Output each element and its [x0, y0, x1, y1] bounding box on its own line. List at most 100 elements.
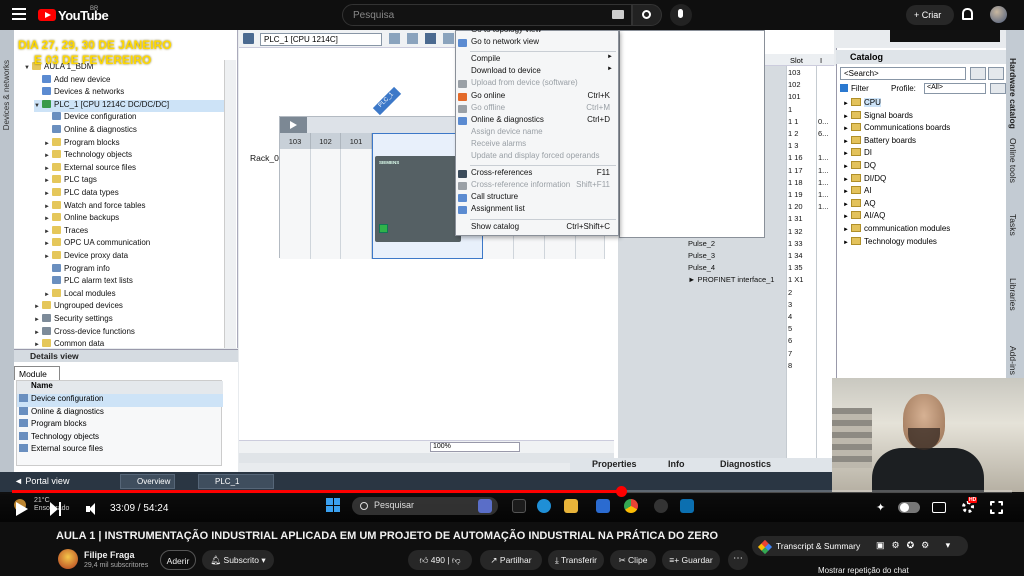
overview-row[interactable]: Pulse_2 1 33 [618, 239, 834, 251]
tree-expand-icon[interactable]: ► [34, 342, 42, 348]
catalog-expand-icon[interactable]: ► [843, 114, 851, 120]
side-task-tab[interactable]: Online tools [1008, 138, 1018, 183]
sparkle-icon[interactable]: ✦ [876, 502, 885, 514]
transcript-summary-bar[interactable]: Transcript & Summary ▣⚙✪⚙ ▾ [752, 536, 968, 556]
join-button[interactable]: Aderir [160, 550, 196, 570]
portal-view-button[interactable]: ◄ Portal view [14, 476, 69, 486]
tree-item[interactable]: PLC alarm text lists [44, 276, 224, 289]
catalog-expand-icon[interactable]: ► [843, 227, 851, 233]
side-task-tab[interactable]: Libraries [1008, 278, 1018, 311]
module-row[interactable]: External source files [17, 444, 223, 457]
tree-expand-icon[interactable]: ► [44, 229, 52, 235]
side-task-tab[interactable]: Add-ins [1008, 346, 1018, 375]
tree-item[interactable]: Device configuration [44, 112, 224, 125]
catalog-folder[interactable]: ► AQ [843, 198, 1003, 212]
voice-search-button[interactable] [670, 4, 692, 26]
tree-item[interactable]: ► Online backups [44, 213, 224, 226]
module-col-name[interactable]: Name [17, 381, 223, 394]
tree-item[interactable]: Devices & networks [34, 87, 224, 100]
catalog-folder[interactable]: ► DI [843, 148, 1003, 161]
account-avatar[interactable] [990, 6, 1007, 23]
tree-item[interactable]: ► Technology objects [44, 150, 224, 163]
catalog-folder[interactable]: ► CPU [843, 98, 1003, 111]
save-button[interactable]: ≡+ Guardar [662, 550, 720, 570]
overview-row[interactable]: 8 [618, 361, 834, 373]
tree-item[interactable]: ► PLC tags [44, 175, 224, 188]
zoom-select[interactable]: 100% [430, 442, 520, 452]
overview-row[interactable]: 2 [618, 288, 834, 300]
youtube-logo-text[interactable]: YouTube [58, 8, 109, 23]
catalog-folder[interactable]: ► Technology modules [843, 236, 1003, 250]
project-tree-scrollbar[interactable] [224, 60, 236, 348]
tree-expand-icon[interactable]: ► [44, 191, 52, 197]
catalog-profile-edit-icon[interactable] [990, 83, 1006, 94]
tree-item[interactable]: ► External source files [44, 162, 224, 176]
tree-item[interactable]: ► Local modules [44, 288, 224, 302]
create-button[interactable]: + Criar [906, 5, 954, 25]
tree-expand-icon[interactable]: ► [44, 204, 52, 210]
overview-row[interactable]: 5 [618, 324, 834, 336]
catalog-folder[interactable]: ► communication modules [843, 224, 1003, 237]
clip-button[interactable]: ✂ Clipe [610, 550, 656, 570]
catalog-filter-checkbox[interactable]: Filter [840, 84, 869, 93]
tree-item[interactable]: ▼ PLC_1 [CPU 1214C DC/DC/DC] [34, 99, 224, 113]
portal-tab-overview[interactable]: Overview [120, 474, 176, 489]
toolbar-icon[interactable] [407, 33, 418, 44]
catalog-folder[interactable]: ► AI [843, 186, 1003, 199]
catalog-folder[interactable]: ► AI/AQ [843, 211, 1003, 224]
catalog-expand-icon[interactable]: ► [843, 214, 851, 220]
tree-item[interactable]: ► Ungrouped devices [34, 301, 224, 314]
device-tool-icon[interactable] [243, 33, 254, 44]
search-input[interactable]: Pesquisa [342, 4, 632, 26]
tab-properties[interactable]: Properties [592, 459, 637, 469]
tree-item[interactable]: ► Device proxy data [44, 251, 224, 264]
tree-expand-icon[interactable]: ► [34, 317, 42, 323]
catalog-expand-icon[interactable]: ► [843, 202, 851, 208]
tree-item[interactable]: ► Watch and force tables [44, 200, 224, 214]
slot-101[interactable] [341, 149, 372, 259]
tree-item[interactable]: ► OPC UA communication [44, 238, 224, 251]
tree-expand-icon[interactable]: ► [34, 304, 42, 310]
tree-item[interactable]: ► Program blocks [44, 137, 224, 151]
autoplay-toggle[interactable] [898, 502, 920, 513]
device-select[interactable]: PLC_1 [CPU 1214C] [260, 33, 382, 46]
catalog-expand-icon[interactable]: ► [843, 126, 851, 132]
plc-cpu-image[interactable]: SIEMENS [375, 156, 461, 242]
tree-expand-icon[interactable]: ► [44, 166, 52, 172]
device-view-horizontal-scrollbar[interactable] [239, 453, 614, 463]
overview-row[interactable]: Pulse_3 1 34 [618, 251, 834, 263]
catalog-folder[interactable]: ► DI/DQ [843, 173, 1003, 187]
rack-expand-arrow-icon[interactable] [280, 117, 307, 133]
tree-expand-icon[interactable]: ► [44, 178, 52, 184]
module-row[interactable]: Technology objects [17, 431, 223, 445]
play-icon[interactable] [16, 502, 28, 516]
download-button[interactable]: ⤓ Transferir [548, 550, 604, 570]
catalog-folder[interactable]: ► DQ [843, 161, 1003, 174]
toolbar-icon[interactable] [389, 33, 400, 44]
tree-expand-icon[interactable]: ► [34, 330, 42, 336]
channel-avatar[interactable] [58, 549, 78, 569]
toolbar-icon[interactable] [425, 33, 436, 44]
slot-102[interactable] [311, 149, 341, 259]
module-row[interactable]: Device configuration [17, 394, 223, 407]
devices-networks-side-tab[interactable]: Devices & networks [2, 60, 11, 130]
like-button[interactable]: 👍︎ 490 | 👎︎ [408, 550, 472, 570]
catalog-expand-icon[interactable]: ► [843, 139, 851, 145]
search-button[interactable] [632, 4, 662, 26]
catalog-expand-icon[interactable]: ► [843, 151, 851, 157]
context-menu-item[interactable]: Go to network view [456, 37, 618, 49]
overview-col-io[interactable]: I [820, 56, 822, 65]
context-menu-item[interactable]: Go online Ctrl+K [456, 91, 618, 103]
catalog-header[interactable]: Catalog [836, 50, 1006, 64]
tree-expand-icon[interactable]: ► [44, 254, 52, 260]
context-menu-item[interactable]: Assignment list [456, 204, 618, 216]
details-view-header[interactable]: Details view [14, 349, 238, 362]
tree-item[interactable]: ► Security settings [34, 314, 224, 327]
menu-icon[interactable] [12, 8, 26, 20]
volume-icon[interactable] [86, 503, 98, 515]
show-chat-replay-button[interactable]: Mostrar repetição do chat [818, 566, 909, 575]
overview-row[interactable]: Pulse_4 1 35 [618, 263, 834, 275]
slot-103[interactable] [280, 149, 311, 259]
video-player[interactable]: Devices & networks ▼ AULA 1_BDM Add new de… [0, 30, 1024, 492]
tree-expand-icon[interactable]: ► [44, 216, 52, 222]
